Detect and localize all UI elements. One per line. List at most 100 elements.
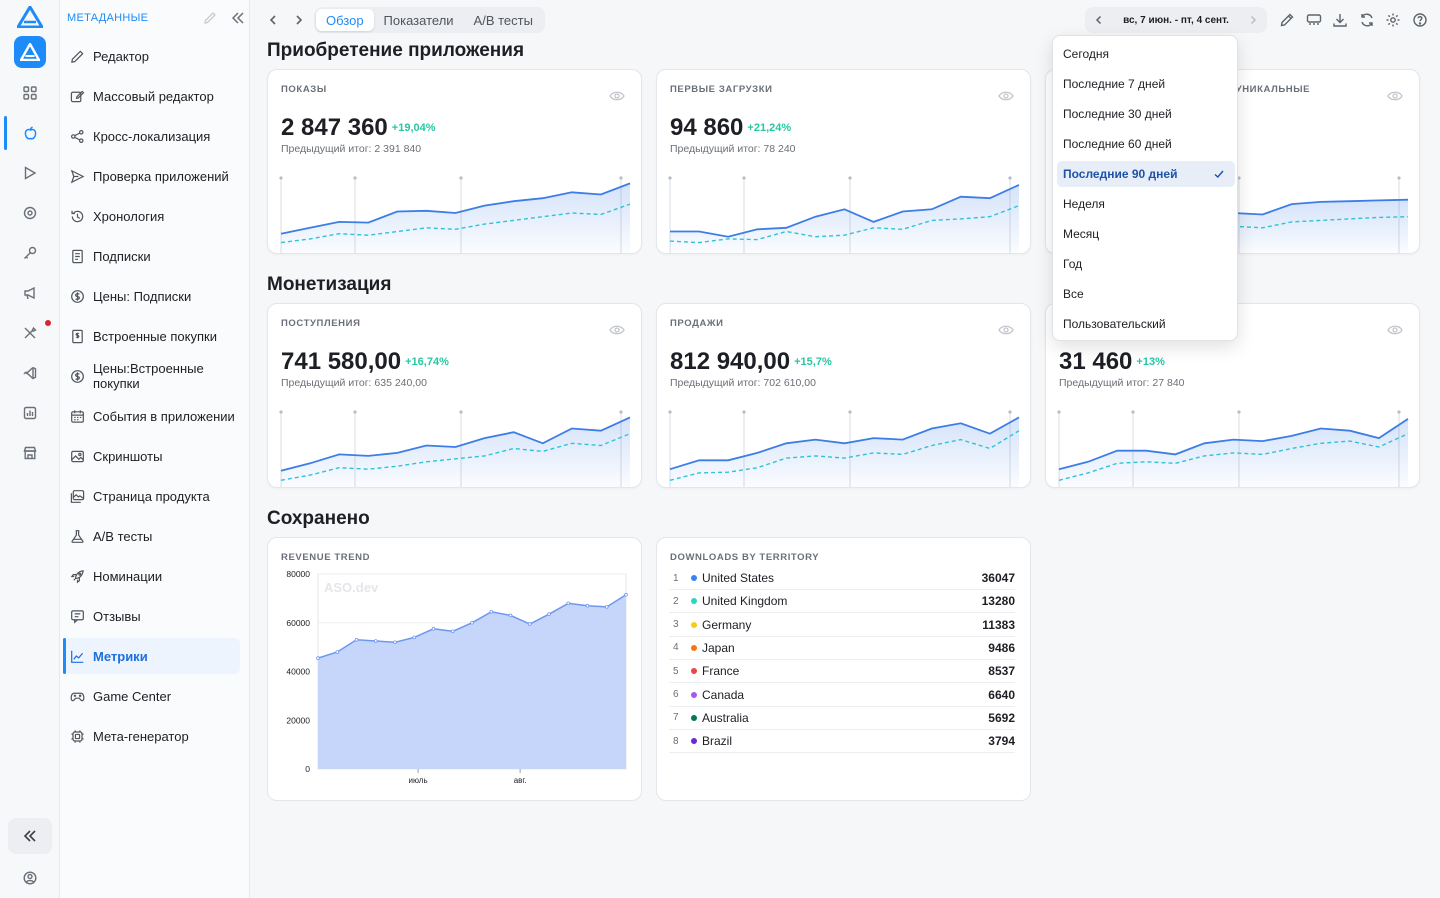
impressions-card[interactable]: ПОКАЗЫ 2 847 360 +19,04% Предыдущий итог:… [267, 69, 642, 254]
eye-icon[interactable] [1387, 90, 1403, 102]
sidebar-item[interactable]: События в приложении [64, 398, 240, 434]
first-downloads-card[interactable]: ПЕРВЫЕ ЗАГРУЗКИ 94 860 +21,24% Предыдущий… [656, 69, 1031, 254]
sidebar-item-label: Встроенные покупки [93, 328, 217, 344]
spark-guide-dot [668, 410, 672, 414]
dropdown-option[interactable]: Последние 60 дней [1057, 131, 1235, 157]
tab-overview[interactable]: Обзор [316, 9, 374, 31]
sidebar-item[interactable]: Отзывы [64, 598, 240, 634]
sidebar-item-label: События в приложении [93, 408, 235, 424]
card-label: DOWNLOADS BY TERRITORY [670, 552, 820, 563]
sidebar-item[interactable]: Мета-генератор [64, 718, 240, 754]
sidebar-item[interactable]: Номинации [64, 558, 240, 594]
dropdown-option[interactable]: Год [1057, 251, 1235, 277]
territory-color-dot [691, 598, 697, 605]
sidebar-item[interactable]: Цены:Встроенные покупки [64, 358, 240, 394]
revenue-point [412, 635, 417, 640]
settings-icon[interactable] [1385, 12, 1401, 28]
sidebar-item[interactable]: Скриншоты [64, 438, 240, 474]
territory-value: 13280 [981, 594, 1015, 609]
spark-guide-dot [279, 176, 283, 180]
dropdown-option[interactable]: Сегодня [1057, 41, 1235, 67]
dropdown-option[interactable]: Неделя [1057, 191, 1235, 217]
vscode-icon[interactable] [20, 363, 40, 383]
menu-header: МЕТАДАННЫЕ [60, 0, 250, 36]
sidebar-item[interactable]: Метрики [63, 638, 240, 674]
card-value: 94 860 +21,24% [670, 114, 791, 142]
sidebar-item[interactable]: Кросс-локализация [64, 118, 240, 154]
view-tabs: Обзор Показатели A/B тесты [314, 7, 545, 33]
dropdown-option[interactable]: Месяц [1057, 221, 1235, 247]
sidebar-item[interactable]: Проверка приложений [64, 158, 240, 194]
sidebar-item[interactable]: Встроенные покупки [64, 318, 240, 354]
apps-grid-icon[interactable] [20, 83, 40, 103]
card-value: 741 580,00 +16,74% [281, 348, 449, 376]
sidebar-item[interactable]: A/B тесты [64, 518, 240, 554]
download-icon[interactable] [1332, 12, 1348, 28]
pencil-icon[interactable] [1279, 12, 1295, 28]
dropdown-option[interactable]: Пользовательский [1057, 311, 1235, 337]
back-button[interactable] [264, 11, 282, 29]
forward-button[interactable] [290, 11, 308, 29]
sidebar-item-label: Скриншоты [93, 448, 163, 464]
dropdown-option[interactable]: Последние 30 дней [1057, 101, 1235, 127]
help-icon[interactable] [1412, 12, 1428, 28]
user-profile-icon[interactable] [20, 868, 40, 888]
rail-collapse-button[interactable] [8, 818, 52, 854]
refresh-icon[interactable] [1359, 12, 1375, 28]
revenue-trend-card[interactable]: REVENUE TREND ASO.dev 0 20000 40000 60000 80… [267, 537, 642, 801]
revenue-point [316, 656, 320, 660]
territory-row: 5 France 8537 [669, 660, 1015, 684]
collapse-menu-icon[interactable] [230, 10, 246, 26]
eye-icon[interactable] [1387, 324, 1403, 336]
dropdown-option[interactable]: Последние 7 дней [1057, 71, 1235, 97]
sidebar-item[interactable]: Хронология [64, 198, 240, 234]
apple-icon[interactable] [20, 123, 40, 143]
chevron-right-icon[interactable] [1247, 14, 1259, 26]
purchase-icon [69, 328, 85, 344]
territory-value: 11383 [982, 617, 1015, 632]
date-range-picker[interactable]: вс, 7 июн. - пт, 4 сент. [1085, 7, 1267, 33]
territory-row: 3 Germany 11383 [669, 614, 1015, 637]
chevron-left-icon[interactable] [1093, 14, 1105, 26]
dropdown-option-label: Последние 7 дней [1063, 77, 1166, 91]
tab-metrics[interactable]: Показатели [374, 9, 464, 31]
proceeds-card[interactable]: ПОСТУПЛЕНИЯ 741 580,00 +16,74% Предыдущий… [267, 303, 642, 488]
metadata-menu: МЕТАДАННЫЕ Редактор Массовый редактор Крос… [60, 0, 250, 898]
sidebar-item[interactable]: Страница продукта [64, 478, 240, 514]
tab-ab-tests[interactable]: A/B тесты [464, 9, 543, 31]
territory-color-dot [691, 644, 697, 651]
eye-icon[interactable] [998, 324, 1014, 336]
sidebar-item[interactable]: Подписки [64, 238, 240, 274]
eye-icon[interactable] [998, 90, 1014, 102]
spark-guide-dot [848, 410, 852, 414]
aso-logo-icon[interactable] [17, 6, 43, 28]
store-icon[interactable] [20, 443, 40, 463]
section-title-saved: Сохранено [267, 508, 370, 529]
gallery-icon [69, 488, 85, 504]
key-icon[interactable] [20, 243, 40, 263]
sidebar-item[interactable]: Массовый редактор [64, 78, 240, 114]
sidebar-item[interactable]: Game Center [64, 678, 240, 714]
target-icon[interactable] [20, 203, 40, 223]
play-store-icon[interactable] [20, 163, 40, 183]
value-text: 741 580,00 [281, 348, 402, 375]
app-store-icon[interactable] [14, 36, 46, 68]
sales-card[interactable]: ПРОДАЖИ 812 940,00 +15,7% Предыдущий итог… [656, 303, 1031, 488]
analytics-icon[interactable] [20, 403, 40, 423]
downloads-by-territory-card[interactable]: DOWNLOADS BY TERRITORY 1 United States 360… [656, 537, 1031, 801]
tools-icon[interactable] [20, 323, 40, 343]
layout-icon[interactable] [1306, 12, 1322, 28]
sidebar-item-label: Цены:Встроенные покупки [93, 361, 204, 391]
date-range-label[interactable]: вс, 7 июн. - пт, 4 сент. [1123, 15, 1229, 26]
spark-guide-dot [1008, 410, 1012, 414]
card-label: REVENUE TREND [281, 552, 371, 563]
megaphone-icon[interactable] [20, 283, 40, 303]
eye-icon[interactable] [609, 90, 625, 102]
dropdown-option[interactable]: Последние 90 дней [1057, 161, 1235, 187]
eye-icon[interactable] [609, 324, 625, 336]
sidebar-item[interactable]: Цены: Подписки [64, 278, 240, 314]
edit-icon[interactable] [203, 11, 217, 25]
sidebar-item[interactable]: Редактор [64, 38, 240, 74]
dropdown-option[interactable]: Все [1057, 281, 1235, 307]
revenue-point [508, 613, 513, 618]
